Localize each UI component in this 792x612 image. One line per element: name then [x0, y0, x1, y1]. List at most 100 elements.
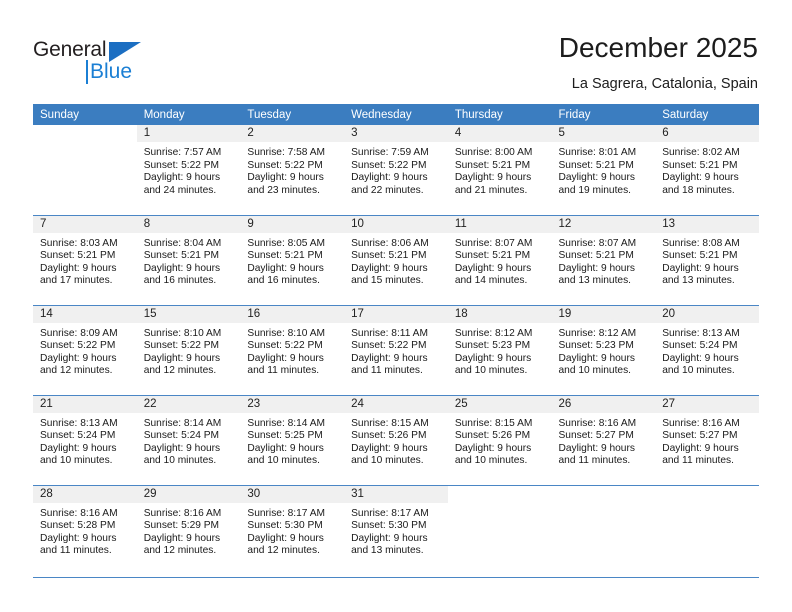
- day-number: 16: [240, 305, 345, 323]
- calendar-day-cell[interactable]: 11 Sunrise: 8:07 AM Sunset: 5:21 PM Dayligh…: [447, 214, 552, 305]
- day-sunset-text: Sunset: 5:23 PM: [558, 340, 634, 352]
- day-sunrise-text: Sunrise: 8:07 AM: [454, 237, 533, 249]
- day-daylight-text: and 24 minutes.: [143, 184, 217, 196]
- calendar-day-cell[interactable]: 18 Sunrise: 8:12 AM Sunset: 5:23 PM Dayligh…: [447, 304, 552, 395]
- day-daylight-text: Daylight: 9 hours: [143, 172, 221, 184]
- day-daylight-text: and 16 minutes.: [247, 275, 320, 287]
- day-number: 29: [136, 485, 241, 503]
- day-sunrise-text: Sunrise: 8:13 AM: [662, 327, 740, 339]
- day-number: 26: [551, 395, 656, 413]
- calendar-day-cell[interactable]: 24 Sunrise: 8:15 AM Sunset: 5:26 PM Dayligh…: [344, 394, 448, 485]
- calendar-day-cell[interactable]: 30 Sunrise: 8:17 AM Sunset: 5:30 PM Dayligh…: [240, 484, 345, 575]
- calendar-day-cell[interactable]: 7 Sunrise: 8:03 AM Sunset: 5:21 PM Daylight…: [33, 214, 137, 305]
- day-daylight-text: and 11 minutes.: [662, 455, 734, 467]
- day-number: 14: [33, 305, 137, 323]
- day-daylight-text: and 21 minutes.: [454, 184, 528, 196]
- day-sunset-text: Sunset: 5:26 PM: [351, 430, 427, 442]
- day-sunset-text: Sunset: 5:28 PM: [40, 520, 116, 532]
- calendar-day-cell[interactable]: 12 Sunrise: 8:07 AM Sunset: 5:21 PM Dayligh…: [551, 214, 656, 305]
- calendar-day-cell[interactable]: 6 Sunrise: 8:02 AM Sunset: 5:21 PM Daylight…: [655, 125, 759, 215]
- day-sunrise-text: Sunrise: 7:57 AM: [143, 147, 222, 158]
- calendar-day-cell[interactable]: 8 Sunrise: 8:04 AM Sunset: 5:21 PM Daylight…: [136, 214, 241, 305]
- day-daylight-text: and 15 minutes.: [351, 275, 424, 287]
- day-number: 8: [136, 215, 241, 233]
- day-sunset-text: Sunset: 5:21 PM: [454, 159, 531, 171]
- day-sunset-text: Sunset: 5:24 PM: [143, 430, 220, 442]
- day-daylight-text: Daylight: 9 hours: [40, 532, 117, 544]
- calendar-day-cell[interactable]: 14 Sunrise: 8:09 AM Sunset: 5:22 PM Dayligh…: [33, 304, 137, 395]
- day-number: 3: [344, 125, 448, 142]
- calendar-day-cell[interactable]: 22 Sunrise: 8:14 AM Sunset: 5:24 PM Dayligh…: [136, 394, 241, 485]
- calendar-day-cell[interactable]: 13 Sunrise: 8:08 AM Sunset: 5:21 PM Dayligh…: [655, 214, 759, 305]
- day-daylight-text: Daylight: 9 hours: [247, 172, 324, 184]
- calendar-bottom-rule: [33, 577, 759, 578]
- day-sunset-text: Sunset: 5:23 PM: [454, 340, 531, 352]
- weekday-header-thursday: Thursday: [447, 104, 552, 125]
- calendar-day-cell[interactable]: 9 Sunrise: 8:05 AM Sunset: 5:21 PM Daylight…: [240, 214, 345, 305]
- day-details: Sunrise: 8:07 AM Sunset: 5:21 PM Daylight:…: [448, 233, 552, 288]
- day-number: 31: [344, 485, 448, 503]
- day-details: Sunrise: 8:09 AM Sunset: 5:22 PM Daylight:…: [33, 323, 137, 378]
- day-daylight-text: and 12 minutes.: [143, 545, 217, 557]
- calendar-day-cell[interactable]: 10 Sunrise: 8:06 AM Sunset: 5:21 PM Dayligh…: [344, 214, 448, 305]
- day-details: Sunrise: 8:05 AM Sunset: 5:21 PM Daylight:…: [240, 233, 344, 288]
- calendar-day-cell[interactable]: 20 Sunrise: 8:13 AM Sunset: 5:24 PM Dayligh…: [655, 304, 759, 395]
- calendar-day-cell[interactable]: 27 Sunrise: 8:16 AM Sunset: 5:27 PM Dayligh…: [655, 394, 759, 485]
- day-sunrise-text: Sunrise: 8:11 AM: [351, 327, 428, 339]
- calendar-day-cell[interactable]: 28 Sunrise: 8:16 AM Sunset: 5:28 PM Dayligh…: [33, 484, 137, 575]
- day-sunrise-text: Sunrise: 8:15 AM: [351, 417, 429, 429]
- day-number: 1: [136, 125, 241, 142]
- day-sunrise-text: Sunrise: 8:07 AM: [558, 237, 637, 249]
- day-number: 21: [33, 395, 137, 413]
- day-number: 9: [240, 215, 345, 233]
- day-number: 25: [447, 395, 552, 413]
- calendar-day-cell[interactable]: 29 Sunrise: 8:16 AM Sunset: 5:29 PM Dayligh…: [136, 484, 241, 575]
- calendar-day-cell[interactable]: 5 Sunrise: 8:01 AM Sunset: 5:21 PM Daylight…: [551, 125, 656, 215]
- day-details: Sunrise: 7:57 AM Sunset: 5:22 PM Daylight:…: [137, 142, 241, 197]
- day-sunset-text: Sunset: 5:21 PM: [247, 250, 323, 262]
- day-details: Sunrise: 8:16 AM Sunset: 5:27 PM Daylight:…: [655, 413, 759, 468]
- day-sunrise-text: Sunrise: 8:05 AM: [247, 237, 325, 249]
- day-daylight-text: Daylight: 9 hours: [351, 532, 428, 544]
- day-sunset-text: Sunset: 5:22 PM: [351, 340, 427, 352]
- day-details: Sunrise: 8:10 AM Sunset: 5:22 PM Daylight:…: [137, 323, 241, 378]
- day-daylight-text: and 13 minutes.: [662, 275, 735, 287]
- day-sunset-text: Sunset: 5:21 PM: [40, 250, 116, 262]
- day-number: 17: [344, 305, 448, 323]
- day-details: Sunrise: 8:15 AM Sunset: 5:26 PM Daylight:…: [448, 413, 552, 468]
- calendar-day-cell[interactable]: 17 Sunrise: 8:11 AM Sunset: 5:22 PM Dayligh…: [344, 304, 448, 395]
- calendar-day-cell[interactable]: 19 Sunrise: 8:12 AM Sunset: 5:23 PM Dayligh…: [551, 304, 656, 395]
- day-sunset-text: Sunset: 5:24 PM: [662, 340, 738, 352]
- calendar-day-cell[interactable]: 23 Sunrise: 8:14 AM Sunset: 5:25 PM Dayligh…: [240, 394, 345, 485]
- calendar-day-cell[interactable]: 2 Sunrise: 7:58 AM Sunset: 5:22 PM Daylight…: [240, 125, 345, 215]
- calendar-day-cell[interactable]: 4 Sunrise: 8:00 AM Sunset: 5:21 PM Daylight…: [447, 125, 552, 215]
- day-sunset-text: Sunset: 5:26 PM: [454, 430, 531, 442]
- day-daylight-text: and 10 minutes.: [247, 455, 320, 467]
- day-number: 5: [551, 125, 656, 142]
- day-daylight-text: Daylight: 9 hours: [454, 352, 532, 364]
- day-number: [551, 485, 656, 503]
- calendar-day-cell[interactable]: 16 Sunrise: 8:10 AM Sunset: 5:22 PM Dayligh…: [240, 304, 345, 395]
- day-number: 18: [447, 305, 552, 323]
- day-sunrise-text: Sunrise: 8:16 AM: [143, 507, 222, 519]
- day-details: Sunrise: 8:14 AM Sunset: 5:25 PM Daylight:…: [240, 413, 344, 468]
- calendar-table: Sunday Monday Tuesday Wednesday Thursday…: [33, 104, 759, 575]
- day-number: 22: [136, 395, 241, 413]
- calendar-day-cell[interactable]: 21 Sunrise: 8:13 AM Sunset: 5:24 PM Dayligh…: [33, 394, 137, 485]
- calendar-day-cell[interactable]: 15 Sunrise: 8:10 AM Sunset: 5:22 PM Dayligh…: [136, 304, 241, 395]
- calendar-day-cell[interactable]: 25 Sunrise: 8:15 AM Sunset: 5:26 PM Dayligh…: [447, 394, 552, 485]
- day-daylight-text: and 14 minutes.: [454, 275, 528, 287]
- day-sunrise-text: Sunrise: 8:10 AM: [247, 327, 325, 339]
- day-sunrise-text: Sunrise: 8:17 AM: [351, 507, 429, 519]
- day-daylight-text: Daylight: 9 hours: [558, 172, 635, 184]
- calendar-day-cell[interactable]: 3 Sunrise: 7:59 AM Sunset: 5:22 PM Daylight…: [344, 125, 448, 215]
- weekday-header-monday: Monday: [136, 104, 241, 125]
- day-daylight-text: and 23 minutes.: [247, 184, 320, 196]
- day-number: 12: [551, 215, 656, 233]
- day-sunrise-text: Sunrise: 7:59 AM: [351, 147, 429, 158]
- calendar-day-cell[interactable]: 1 Sunrise: 7:57 AM Sunset: 5:22 PM Daylight…: [136, 125, 241, 215]
- day-daylight-text: Daylight: 9 hours: [40, 352, 117, 364]
- calendar-day-cell[interactable]: 26 Sunrise: 8:16 AM Sunset: 5:27 PM Dayligh…: [551, 394, 656, 485]
- day-number: 10: [344, 215, 448, 233]
- calendar-day-cell[interactable]: 31 Sunrise: 8:17 AM Sunset: 5:30 PM Dayligh…: [344, 484, 448, 575]
